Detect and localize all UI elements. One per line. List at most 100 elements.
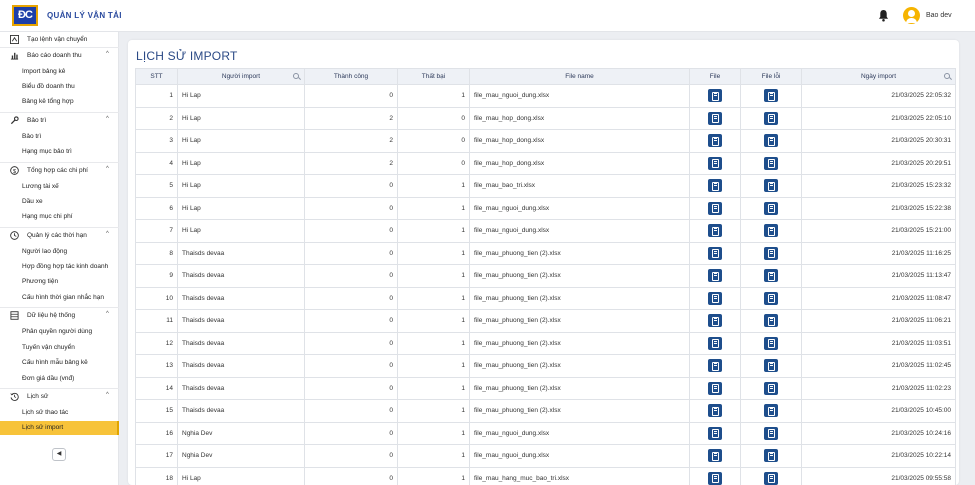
- sidebar-item-luong-tai-xe[interactable]: Lương tài xế: [0, 180, 119, 194]
- sidebar-item-create-order[interactable]: Tạo lệnh vận chuyển: [0, 32, 119, 47]
- cell-nguoi-import: Nghia Dev: [177, 444, 305, 468]
- error-file-icon[interactable]: [764, 471, 778, 485]
- error-file-icon[interactable]: [764, 179, 778, 193]
- file-icon[interactable]: [708, 156, 722, 170]
- column-header-nguoi-import[interactable]: Người import: [177, 68, 305, 85]
- sidebar-item-dau-xe[interactable]: Dầu xe: [0, 195, 119, 209]
- cell-thanh-cong: 0: [304, 444, 398, 468]
- app-logo[interactable]: ĐC: [12, 5, 38, 26]
- collapse-sidebar-button[interactable]: ◀: [52, 448, 66, 461]
- error-file-icon[interactable]: [764, 314, 778, 328]
- download-file-button: [689, 84, 741, 108]
- chevron-up-icon[interactable]: ^: [106, 51, 109, 57]
- sidebar-item-bang-ke-tong-hop[interactable]: Bảng kê tổng hợp: [0, 95, 119, 109]
- error-file-icon[interactable]: [764, 336, 778, 350]
- sidebar-group-maintenance[interactable]: Bảo trì ^: [0, 113, 119, 128]
- search-icon[interactable]: [293, 73, 299, 79]
- sidebar-group-history[interactable]: Lịch sử ^: [0, 389, 119, 404]
- sidebar-item-lich-su-import[interactable]: Lịch sử import: [0, 421, 119, 435]
- error-file-icon[interactable]: [764, 381, 778, 395]
- search-icon[interactable]: [944, 73, 950, 79]
- download-error-file-button: [740, 106, 802, 130]
- sidebar-item-don-gia-dau[interactable]: Đơn giá dầu (vnđ): [0, 372, 119, 386]
- file-icon[interactable]: [708, 336, 722, 350]
- file-icon[interactable]: [708, 314, 722, 328]
- bell-icon[interactable]: [878, 9, 889, 22]
- cell-nguoi-import: Hi Lap: [177, 174, 305, 198]
- error-file-icon[interactable]: [764, 404, 778, 418]
- sidebar-group-system-data[interactable]: Dữ liệu hệ thống ^: [0, 308, 119, 323]
- cell-ngay-import: 21/03/2025 15:22:38: [801, 196, 956, 220]
- sidebar-item-bao-tri[interactable]: Bảo trì: [0, 130, 119, 144]
- sidebar-group-deadlines[interactable]: Quản lý các thời hạn ^: [0, 228, 119, 243]
- sidebar-item-cau-hinh-mau[interactable]: Cấu hình mẫu bảng kê: [0, 356, 119, 370]
- sidebar-item-phuong-tien[interactable]: Phương tiện: [0, 275, 119, 289]
- sidebar-group-revenue[interactable]: Báo cáo doanh thu ^: [0, 48, 119, 63]
- file-icon[interactable]: [708, 224, 722, 238]
- column-header-file-name: File name: [469, 68, 690, 85]
- sidebar-item-hang-muc-chi-phi[interactable]: Hạng mục chi phí: [0, 210, 119, 224]
- sidebar-item-phan-quyen[interactable]: Phân quyền người dùng: [0, 325, 119, 339]
- sidebar-item-bieu-do-doanh-thu[interactable]: Biểu đồ doanh thu: [0, 80, 119, 94]
- error-file-icon[interactable]: [764, 269, 778, 283]
- error-file-icon[interactable]: [764, 111, 778, 125]
- cell-thanh-cong: 0: [304, 421, 398, 445]
- table-row: 9 Thaisds devaa 0 1 file_mau_phuong_tien (2)…: [135, 264, 956, 288]
- download-error-file-button: [740, 84, 802, 108]
- file-icon[interactable]: [708, 269, 722, 283]
- table-row: 5 Hi Lap 0 1 file_mau_bao_tri.xlsx 21/03/2025…: [135, 174, 956, 198]
- chevron-up-icon[interactable]: ^: [106, 311, 109, 317]
- user-name[interactable]: Bao dev: [926, 12, 952, 19]
- error-file-icon[interactable]: [764, 426, 778, 440]
- sidebar-item-cau-hinh-thoi-gian[interactable]: Cấu hình thời gian nhắc hạn: [0, 291, 119, 305]
- error-file-icon[interactable]: [764, 246, 778, 260]
- sidebar-item-tuyen-van-chuyen[interactable]: Tuyến vận chuyển: [0, 341, 119, 355]
- file-icon[interactable]: [708, 471, 722, 485]
- column-header-ngay-import[interactable]: Ngày import: [801, 68, 956, 85]
- sidebar-group-costs[interactable]: $ Tổng hợp các chi phí ^: [0, 163, 119, 178]
- table-header-row: STT Người import Thành công Thất bại Fil…: [135, 68, 956, 85]
- file-icon[interactable]: [708, 201, 722, 215]
- avatar[interactable]: [903, 7, 920, 24]
- file-icon[interactable]: [708, 404, 722, 418]
- table-row: 18 Hi Lap 0 1 file_mau_hang_muc_bao_tri.xlsx…: [135, 466, 956, 485]
- file-icon[interactable]: [708, 111, 722, 125]
- error-file-icon[interactable]: [764, 89, 778, 103]
- cell-that-bai: 1: [397, 174, 470, 198]
- file-icon[interactable]: [708, 381, 722, 395]
- chevron-up-icon[interactable]: ^: [106, 392, 109, 398]
- chevron-up-icon[interactable]: ^: [106, 116, 109, 122]
- chevron-up-icon[interactable]: ^: [106, 231, 109, 237]
- file-icon[interactable]: [708, 449, 722, 463]
- sidebar-item-hang-muc-bao-tri[interactable]: Hạng mục bảo trì: [0, 145, 119, 159]
- file-icon[interactable]: [708, 426, 722, 440]
- file-icon[interactable]: [708, 291, 722, 305]
- error-file-icon[interactable]: [764, 156, 778, 170]
- file-icon[interactable]: [708, 89, 722, 103]
- cell-stt: 4: [135, 151, 178, 175]
- file-icon[interactable]: [708, 246, 722, 260]
- chevron-up-icon[interactable]: ^: [106, 166, 109, 172]
- cell-that-bai: 0: [397, 106, 470, 130]
- error-file-icon[interactable]: [764, 449, 778, 463]
- error-file-icon[interactable]: [764, 359, 778, 373]
- error-file-icon[interactable]: [764, 134, 778, 148]
- sidebar-item-import-bang-ke[interactable]: Import bảng kê: [0, 65, 119, 79]
- sidebar-item-hop-dong[interactable]: Hợp đồng hợp tác kinh doanh: [0, 260, 119, 274]
- sidebar-item-lich-su-thao-tac[interactable]: Lịch sử thao tác: [0, 406, 119, 420]
- cell-file-name: file_mau_phuong_tien (2).xlsx: [469, 399, 690, 423]
- cell-file-name: file_mau_phuong_tien (2).xlsx: [469, 331, 690, 355]
- error-file-icon[interactable]: [764, 291, 778, 305]
- cell-nguoi-import: Thaisds devaa: [177, 376, 305, 400]
- file-icon[interactable]: [708, 179, 722, 193]
- cell-stt: 15: [135, 399, 178, 423]
- error-file-icon[interactable]: [764, 224, 778, 238]
- error-file-icon[interactable]: [764, 201, 778, 215]
- sidebar-group-label: Báo cáo doanh thu: [27, 52, 82, 59]
- file-icon[interactable]: [708, 134, 722, 148]
- file-icon[interactable]: [708, 359, 722, 373]
- table-row: 12 Thaisds devaa 0 1 file_mau_phuong_tien (2…: [135, 331, 956, 355]
- sidebar-item-nguoi-lao-dong[interactable]: Người lao động: [0, 245, 119, 259]
- table-row: 7 Hi Lap 0 1 file_mau_nguoi_dung.xlsx 21/03/2…: [135, 219, 956, 243]
- download-error-file-button: [740, 174, 802, 198]
